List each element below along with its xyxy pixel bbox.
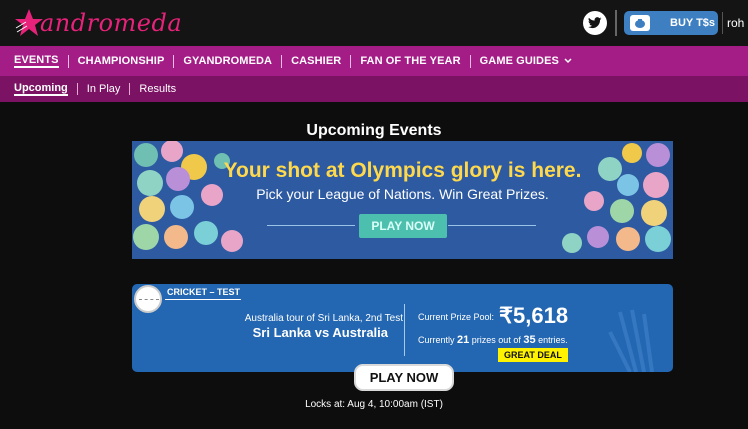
nav-cashier[interactable]: CASHIER bbox=[291, 55, 341, 67]
user-name[interactable]: roh bbox=[727, 16, 744, 30]
locks-at-text: Locks at: Aug 4, 10:00am (IST) bbox=[305, 399, 443, 410]
tab-upcoming[interactable]: Upcoming bbox=[14, 82, 68, 96]
banner-play-now-button[interactable]: PLAY NOW bbox=[359, 214, 447, 238]
nav-championship[interactable]: CHAMPIONSHIP bbox=[78, 55, 165, 67]
chevron-down-icon bbox=[564, 58, 572, 64]
main-nav: EVENTS CHAMPIONSHIP GYANDROMEDA CASHIER … bbox=[0, 46, 748, 76]
nav-separator bbox=[469, 54, 471, 68]
piggy-bank-icon bbox=[630, 15, 650, 31]
entries-text: Currently 21 prizes out of 35 entries. bbox=[418, 334, 568, 346]
logo-text: andromeda bbox=[40, 9, 183, 37]
prize-pool-value: ₹5,618 bbox=[499, 303, 569, 328]
event-play-now-button[interactable]: PLAY NOW bbox=[354, 364, 454, 391]
divider bbox=[165, 299, 241, 300]
divider bbox=[448, 225, 536, 226]
nav-game-guides-label: GAME GUIDES bbox=[479, 55, 559, 67]
banner-subtitle: Pick your League of Nations. Win Great P… bbox=[256, 186, 549, 202]
nav-events[interactable]: EVENTS bbox=[14, 54, 59, 68]
promo-banner[interactable]: Your shot at Olympics glory is here. Pic… bbox=[132, 141, 673, 259]
event-card[interactable]: CRICKET – TEST Australia tour of Sri Lan… bbox=[132, 284, 673, 372]
logo[interactable]: andromeda bbox=[14, 8, 182, 38]
banner-title: Your shot at Olympics glory is here. bbox=[223, 159, 582, 182]
tab-in-play[interactable]: In Play bbox=[87, 83, 121, 95]
event-type: CRICKET – TEST bbox=[167, 287, 241, 297]
nav-separator bbox=[67, 54, 69, 68]
nav-separator bbox=[76, 83, 78, 95]
great-deal-badge: GREAT DEAL bbox=[498, 348, 568, 362]
sub-nav: Upcoming In Play Results bbox=[0, 76, 748, 102]
nav-fan-of-the-year[interactable]: FAN OF THE YEAR bbox=[360, 55, 460, 67]
nav-separator bbox=[281, 54, 283, 68]
buy-tokens-button[interactable]: BUY T$s bbox=[624, 11, 718, 35]
event-match: Sri Lanka vs Australia bbox=[252, 325, 388, 340]
event-tour: Australia tour of Sri Lanka, 2nd Test bbox=[244, 313, 403, 324]
page-title: Upcoming Events bbox=[306, 122, 442, 139]
cricket-ball-icon bbox=[134, 285, 162, 313]
buy-tokens-label: BUY T$s bbox=[670, 17, 716, 29]
prize-pool-label: Current Prize Pool: bbox=[418, 312, 495, 322]
nav-separator bbox=[350, 54, 352, 68]
cricket-stumps-icon bbox=[608, 309, 654, 372]
divider bbox=[615, 10, 617, 36]
divider bbox=[404, 304, 405, 356]
tab-results[interactable]: Results bbox=[139, 83, 176, 95]
divider bbox=[722, 12, 723, 34]
top-bar: andromeda BUY T$s roh bbox=[0, 0, 748, 46]
nav-separator bbox=[129, 83, 131, 95]
nav-gyandromeda[interactable]: GYANDROMEDA bbox=[183, 55, 272, 67]
twitter-icon[interactable] bbox=[583, 11, 607, 35]
nav-game-guides[interactable]: GAME GUIDES bbox=[480, 55, 573, 67]
nav-separator bbox=[173, 54, 175, 68]
divider bbox=[267, 225, 355, 226]
